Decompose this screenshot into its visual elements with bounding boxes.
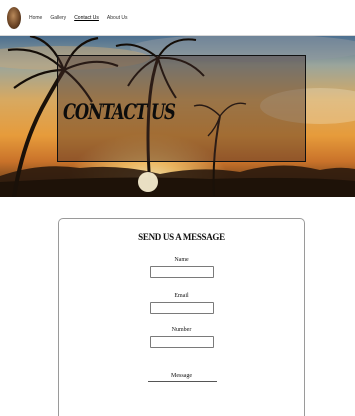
email-label: Email — [174, 293, 189, 299]
number-label: Number — [171, 327, 192, 333]
nav-link-gallery[interactable]: Gallery — [50, 15, 66, 21]
top-navbar: Home Gallery Contact Us About Us — [0, 0, 355, 36]
nav-links: Home Gallery Contact Us About Us — [29, 15, 136, 21]
email-field[interactable] — [150, 302, 214, 314]
nav-link-contact-us[interactable]: Contact Us — [74, 15, 99, 21]
site-logo[interactable] — [7, 7, 21, 29]
message-field-underline[interactable] — [148, 381, 217, 382]
hero-banner: CONTACT US — [0, 36, 355, 197]
name-label: Name — [174, 257, 189, 263]
nav-link-home[interactable]: Home — [29, 15, 42, 21]
message-label: Message — [171, 373, 192, 379]
nav-link-about-us[interactable]: About Us — [107, 15, 128, 21]
page-title: CONTACT US — [63, 99, 176, 124]
form-title: SEND US A MESSAGE — [138, 232, 225, 242]
contact-form-card: SEND US A MESSAGE Name Email Number Mess… — [58, 218, 305, 416]
number-field[interactable] — [150, 336, 214, 348]
name-field[interactable] — [150, 266, 214, 278]
